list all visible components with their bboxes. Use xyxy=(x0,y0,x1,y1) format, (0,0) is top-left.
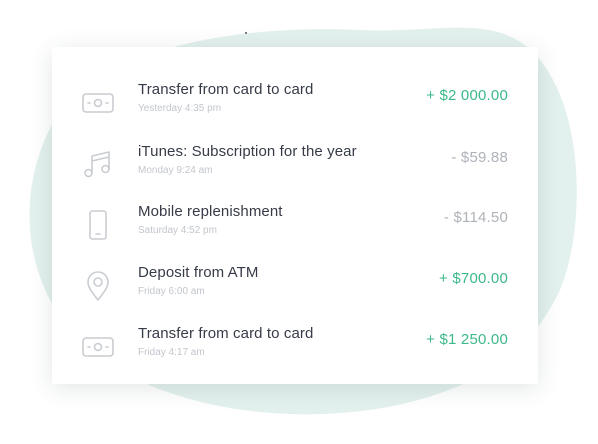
transaction-title: iTunes: Subscription for the year xyxy=(138,143,357,160)
transaction-amount: - $114.50 xyxy=(443,209,508,226)
transaction-row[interactable]: Deposit from ATM Friday 6:00 am + $700.0… xyxy=(52,256,538,314)
dot-mark xyxy=(245,32,247,34)
transactions-card: Transfer from card to card Yesterday 4:3… xyxy=(52,47,538,384)
transaction-amount: - $59.88 xyxy=(451,149,508,166)
transaction-amount: + $2 000.00 xyxy=(426,87,508,104)
transaction-amount: + $700.00 xyxy=(439,270,508,287)
location-pin-icon xyxy=(80,268,116,304)
transaction-row[interactable]: Mobile replenishment Saturday 4:52 pm - … xyxy=(52,195,538,253)
transaction-title: Transfer from card to card xyxy=(138,81,314,98)
cash-icon xyxy=(80,329,116,365)
transaction-row[interactable]: Transfer from card to card Yesterday 4:3… xyxy=(52,73,538,131)
transaction-title: Deposit from ATM xyxy=(138,264,259,281)
transaction-title: Transfer from card to card xyxy=(138,325,314,342)
transaction-time: Yesterday 4:35 pm xyxy=(138,103,222,114)
transaction-title: Mobile replenishment xyxy=(138,203,283,220)
music-note-icon xyxy=(80,147,116,183)
mobile-phone-icon xyxy=(80,207,116,243)
transaction-row[interactable]: Transfer from card to card Friday 4:17 a… xyxy=(52,317,538,375)
transaction-time: Friday 4:17 am xyxy=(138,347,205,358)
transaction-time: Monday 9:24 am xyxy=(138,165,213,176)
transaction-time: Saturday 4:52 pm xyxy=(138,225,217,236)
transaction-amount: + $1 250.00 xyxy=(426,331,508,348)
transaction-row[interactable]: iTunes: Subscription for the year Monday… xyxy=(52,135,538,193)
transaction-time: Friday 6:00 am xyxy=(138,286,205,297)
cash-icon xyxy=(80,85,116,121)
